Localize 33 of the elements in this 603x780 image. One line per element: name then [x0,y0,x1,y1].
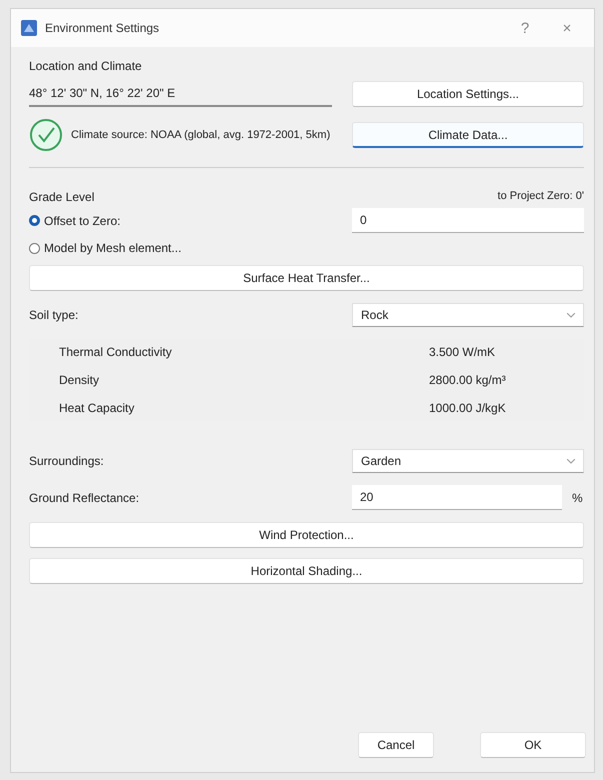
climate-data-button[interactable]: Climate Data... [352,122,584,148]
grade-level-label: Grade Level [29,190,94,204]
surface-heat-transfer-button[interactable]: Surface Heat Transfer... [29,265,584,291]
surroundings-label: Surroundings: [29,454,105,468]
caret-icon [567,312,575,318]
location-settings-button[interactable]: Location Settings... [352,81,584,107]
ok-button[interactable]: OK [480,732,586,758]
property-name: Density [59,373,100,387]
close-button[interactable]: × [550,20,584,36]
cancel-button[interactable]: Cancel [358,732,434,758]
property-value: 1000.00 J/kgK [428,401,507,415]
soil-type-dropdown[interactable]: Rock [352,303,584,327]
app-icon [21,20,37,36]
radio-option[interactable]: Model by Mesh element... [29,241,332,255]
property-name: Thermal Conductivity [59,345,172,359]
reflectance-field[interactable]: 20 [352,485,562,510]
project-zero-text: to Project Zero: 0' [498,190,584,204]
property-name: Heat Capacity [59,401,134,415]
dialog-button[interactable]: Horizontal Shading... [29,558,584,584]
ground-reflectance-label: Ground Reflectance: [29,490,140,504]
caret-icon [567,458,575,464]
property-value: 2800.00 kg/m³ [428,373,507,387]
window-title: Environment Settings [45,21,160,35]
dialog-button[interactable]: Wind Protection... [29,522,584,548]
radio-option[interactable]: Offset to Zero: [29,214,332,228]
soil-type-label: Soil type: [29,308,80,322]
section-label: Location and Climate [29,59,143,73]
surroundings-dropdown[interactable]: Garden [352,449,584,473]
coordinates-text: 48° 12' 30" N, 16° 22' 20" E [29,82,332,106]
property-value: 3.500 W/mK [428,345,496,359]
unit-text: % [572,490,584,504]
climate-source-text: Climate source: NOAA (global, avg. 1972-2001, 5km) [71,129,330,141]
offset-field[interactable]: 0 [352,208,584,233]
